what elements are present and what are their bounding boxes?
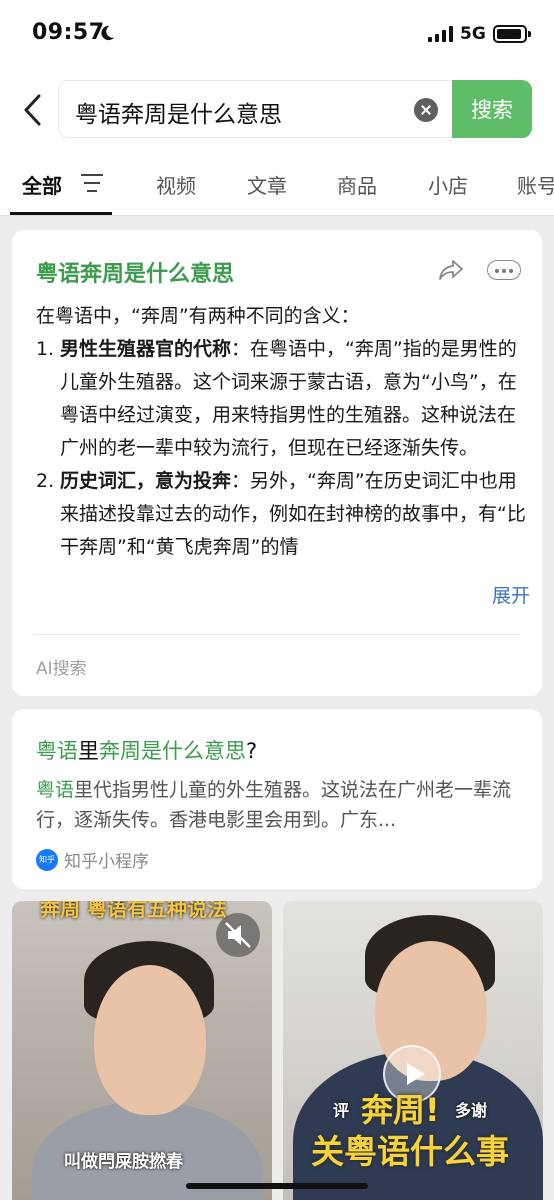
video-caption-right: 多谢 <box>455 1101 488 1120</box>
snippet-highlight: 粤语 <box>36 779 75 801</box>
search-button[interactable]: 搜索 <box>452 80 532 138</box>
active-tab-indicator <box>10 212 112 215</box>
search-input[interactable]: 粤语奔周是什么意思 <box>58 80 458 138</box>
video-thumbnail[interactable]: 评 多谢 奔周! 关粤语什么事 <box>283 901 543 1200</box>
tab-accounts[interactable]: 账号 <box>517 170 554 199</box>
back-arrow-icon[interactable] <box>20 92 46 128</box>
search-query: 粤语奔周是什么意思 <box>75 102 282 128</box>
tab-products[interactable]: 商品 <box>337 170 377 199</box>
ai-answer-card[interactable]: 粤语奔周是什么意思 在粤语中，“奔周”有两种不同的含义： 1. 男性生殖器官的代称… <box>12 230 542 696</box>
result-source: 知乎 知乎小程序 <box>36 847 149 872</box>
signal-icon <box>428 26 453 42</box>
status-bar: 09:57 5G <box>0 0 554 70</box>
result-title-highlight: 粤语 <box>36 739 78 763</box>
source-name: 知乎小程序 <box>64 852 149 872</box>
tab-articles[interactable]: 文章 <box>247 170 287 199</box>
video-thumbnail[interactable]: 奔周 粤语有五种说法 叫做閂屎胺撚春 <box>12 901 272 1200</box>
video-caption: 叫做閂屎胺撚春 <box>64 1152 183 1172</box>
ai-answer-body: 在粤语中，“奔周”有两种不同的含义： 1. 男性生殖器官的代称：在粤语中，“奔周”… <box>36 300 526 612</box>
result-title-text: ? <box>246 739 258 763</box>
snippet-text: 里代指男性儿童的外生殖器。这说法在广州老一辈流行，逐渐失传。香港电影里会用到。广… <box>36 779 512 831</box>
item-number: 1. <box>36 338 55 360</box>
more-options-icon[interactable] <box>487 260 521 280</box>
search-result-card[interactable]: 粤语里奔周是什么意思? 粤语里代指男性儿童的外生殖器。这说法在广州老一辈流行，逐… <box>12 709 542 889</box>
zhihu-logo-icon: 知乎 <box>36 848 58 871</box>
filter-tabs: 全部 视频 文章 商品 小店 账号 <box>0 150 554 216</box>
tab-video[interactable]: 视频 <box>156 170 196 199</box>
video-title-line2: 关粤语什么事 <box>311 1132 509 1171</box>
video-banner-text: 奔周 粤语有五种说法 <box>40 901 227 921</box>
battery-icon <box>493 25 531 43</box>
ai-answer-item: 1. 男性生殖器官的代称：在粤语中，“奔周”指的是男性的儿童外生殖器。这个词来源于… <box>36 333 526 465</box>
share-icon[interactable] <box>438 258 464 282</box>
video-caption-left: 评 <box>333 1101 350 1120</box>
result-title[interactable]: 粤语里奔周是什么意思? <box>36 735 257 765</box>
tab-all[interactable]: 全部 <box>22 170 62 199</box>
ai-answer-intro: 在粤语中，“奔周”有两种不同的含义： <box>36 305 360 327</box>
moon-icon <box>101 25 115 41</box>
ai-answer-item: 2. 历史词汇，意为投奔：另外，“奔周”在历史词汇中也用来描述投靠过去的动作，例如… <box>36 465 526 564</box>
result-title-highlight: 奔周是什么意思 <box>99 739 246 763</box>
item-number: 2. <box>36 470 55 492</box>
result-title-text: 里 <box>78 739 99 763</box>
expand-link[interactable]: 展开 <box>474 580 530 613</box>
item-heading: 历史词汇，意为投奔 <box>60 470 232 492</box>
item-heading: 男性生殖器官的代称 <box>60 338 232 360</box>
divider <box>34 634 520 635</box>
filter-icon[interactable] <box>81 174 103 192</box>
person-face <box>94 965 206 1115</box>
ai-answer-title[interactable]: 粤语奔周是什么意思 <box>36 256 234 288</box>
clear-icon[interactable] <box>414 98 438 122</box>
tab-shops[interactable]: 小店 <box>428 170 468 199</box>
home-indicator[interactable] <box>186 1183 368 1189</box>
mute-icon[interactable] <box>216 913 260 957</box>
network-type: 5G <box>460 24 486 44</box>
ai-source-label: AI搜索 <box>36 659 87 679</box>
result-snippet: 粤语里代指男性儿童的外生殖器。这说法在广州老一辈流行，逐渐失传。香港电影里会用到… <box>36 775 524 835</box>
status-time: 09:57 <box>32 20 105 45</box>
text-fade <box>416 580 476 613</box>
